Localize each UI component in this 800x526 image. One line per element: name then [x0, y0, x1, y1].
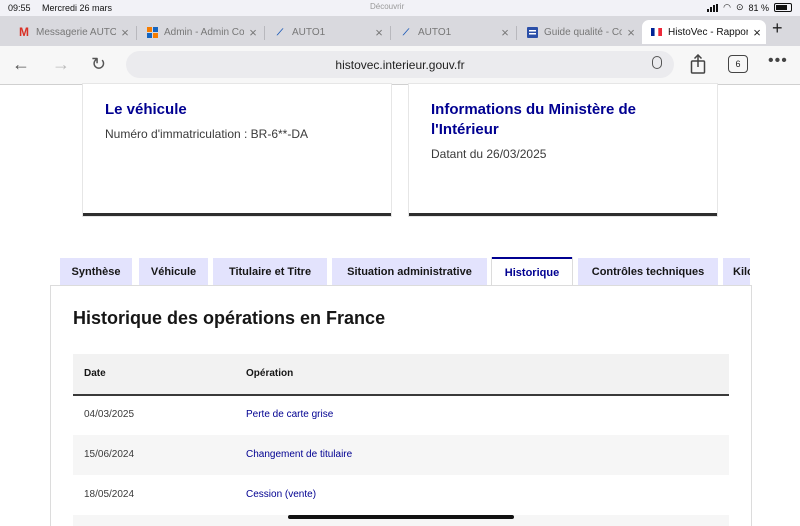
- wifi-icon: ◠: [723, 2, 731, 12]
- french-flag-icon: [650, 26, 662, 38]
- more-options-icon[interactable]: •••: [768, 52, 788, 70]
- row-date: 15/06/2024: [84, 449, 135, 460]
- browser-tab-strip: M Messagerie AUTO1 × Admin - Admin Conso…: [0, 16, 800, 46]
- tab-controles-techniques[interactable]: Contrôles techniques: [578, 258, 718, 285]
- battery-percentage: 81 %: [748, 2, 769, 13]
- tab-kilometrage[interactable]: Kilo: [723, 258, 750, 285]
- browser-tab-title: Guide qualité - Confluence: [544, 26, 622, 38]
- new-tab-button[interactable]: +: [772, 18, 783, 39]
- vehicle-card-title: Le véhicule: [105, 101, 187, 118]
- tab-historique[interactable]: Historique: [492, 257, 572, 285]
- row-operation: Changement de titulaire: [246, 449, 353, 460]
- forward-arrow-icon[interactable]: →: [52, 54, 70, 75]
- close-tab-icon[interactable]: ×: [116, 25, 134, 40]
- row-date: 04/03/2025: [84, 409, 135, 420]
- browser-tab-title: AUTO1: [418, 26, 452, 38]
- reload-icon[interactable]: ↻: [91, 54, 106, 75]
- close-tab-icon[interactable]: ×: [244, 25, 262, 40]
- back-arrow-icon[interactable]: ←: [12, 54, 30, 75]
- report-tabs: Synthèse Véhicule Titulaire et Titre Sit…: [60, 257, 750, 285]
- browser-tab-active[interactable]: HistoVec - Rapport ×: [642, 20, 766, 44]
- close-tab-icon[interactable]: ×: [622, 25, 640, 40]
- tab-count-button[interactable]: 6: [728, 55, 748, 73]
- data-date-label: Datant du 26/03/2025: [431, 147, 547, 161]
- doc-icon: [526, 26, 538, 38]
- auto1-icon: ⟋: [276, 26, 284, 37]
- browser-tab-title: Messagerie AUTO1: [36, 26, 116, 38]
- plate-number-label: Numéro d'immatriculation : BR-6**-DA: [105, 127, 309, 141]
- home-indicator[interactable]: [288, 515, 514, 519]
- admin-icon: [146, 26, 158, 38]
- tab-vehicule[interactable]: Véhicule: [139, 258, 208, 285]
- battery-icon: [774, 3, 792, 12]
- history-table-header: Date Opération: [73, 354, 729, 396]
- close-tab-icon[interactable]: ×: [370, 25, 388, 40]
- browser-tab-title: Admin - Admin Console: [164, 26, 244, 38]
- row-operation: Perte de carte grise: [246, 409, 334, 420]
- table-row: 15/06/2024 Changement de titulaire: [73, 435, 729, 475]
- browser-tab-title: HistoVec - Rapport: [668, 26, 748, 38]
- auto1-icon: ⟋: [402, 26, 410, 37]
- share-icon[interactable]: [690, 53, 706, 79]
- browser-toolbar: ← → ↻ histovec.interieur.gouv.fr 6 •••: [0, 46, 800, 85]
- url-text: histovec.interieur.gouv.fr: [335, 58, 465, 72]
- tab-titulaire[interactable]: Titulaire et Titre: [213, 258, 327, 285]
- browser-tab-title: AUTO1: [292, 26, 326, 38]
- status-bar: 09:55 Mercredi 26 mars Découvrir ◠ ⊙ 81 …: [0, 0, 800, 16]
- microphone-icon[interactable]: [652, 56, 662, 69]
- column-header-date: Date: [84, 368, 106, 379]
- orientation-lock-icon: ⊙: [735, 2, 744, 12]
- status-center-label: Découvrir: [370, 2, 405, 11]
- tab-synthese[interactable]: Synthèse: [60, 258, 132, 285]
- status-time: 09:55: [8, 3, 31, 13]
- close-tab-icon[interactable]: ×: [496, 25, 514, 40]
- history-panel: Historique des opérations en France Date…: [50, 285, 752, 526]
- ministry-card-title: Informations du Ministère de l'Intérieur: [431, 101, 637, 138]
- browser-tab[interactable]: ⟋ AUTO1 ×: [266, 20, 388, 44]
- cellular-signal-icon: [707, 3, 719, 12]
- row-date: 18/05/2024: [84, 489, 135, 500]
- browser-tab[interactable]: ⟋ AUTO1 ×: [392, 20, 514, 44]
- row-operation: Cession (vente): [246, 489, 317, 500]
- browser-tab[interactable]: Admin - Admin Console ×: [138, 20, 262, 44]
- browser-tab[interactable]: Guide qualité - Confluence ×: [518, 20, 640, 44]
- history-title: Historique des opérations en France: [73, 308, 386, 328]
- address-bar[interactable]: histovec.interieur.gouv.fr: [126, 51, 674, 78]
- vehicle-card: Le véhicule Numéro d'immatriculation : B…: [83, 84, 391, 216]
- column-header-operation: Opération: [246, 368, 294, 379]
- ministry-card: Informations du Ministère de l'Intérieur…: [409, 84, 717, 216]
- table-row: 04/03/2025 Perte de carte grise: [73, 395, 729, 435]
- tab-situation-administrative[interactable]: Situation administrative: [332, 258, 487, 285]
- gmail-icon: M: [19, 25, 29, 39]
- close-tab-icon[interactable]: ×: [748, 25, 766, 40]
- browser-tab[interactable]: M Messagerie AUTO1 ×: [10, 20, 134, 44]
- table-row: 18/05/2024 Cession (vente): [73, 475, 729, 515]
- status-date: Mercredi 26 mars: [42, 3, 113, 13]
